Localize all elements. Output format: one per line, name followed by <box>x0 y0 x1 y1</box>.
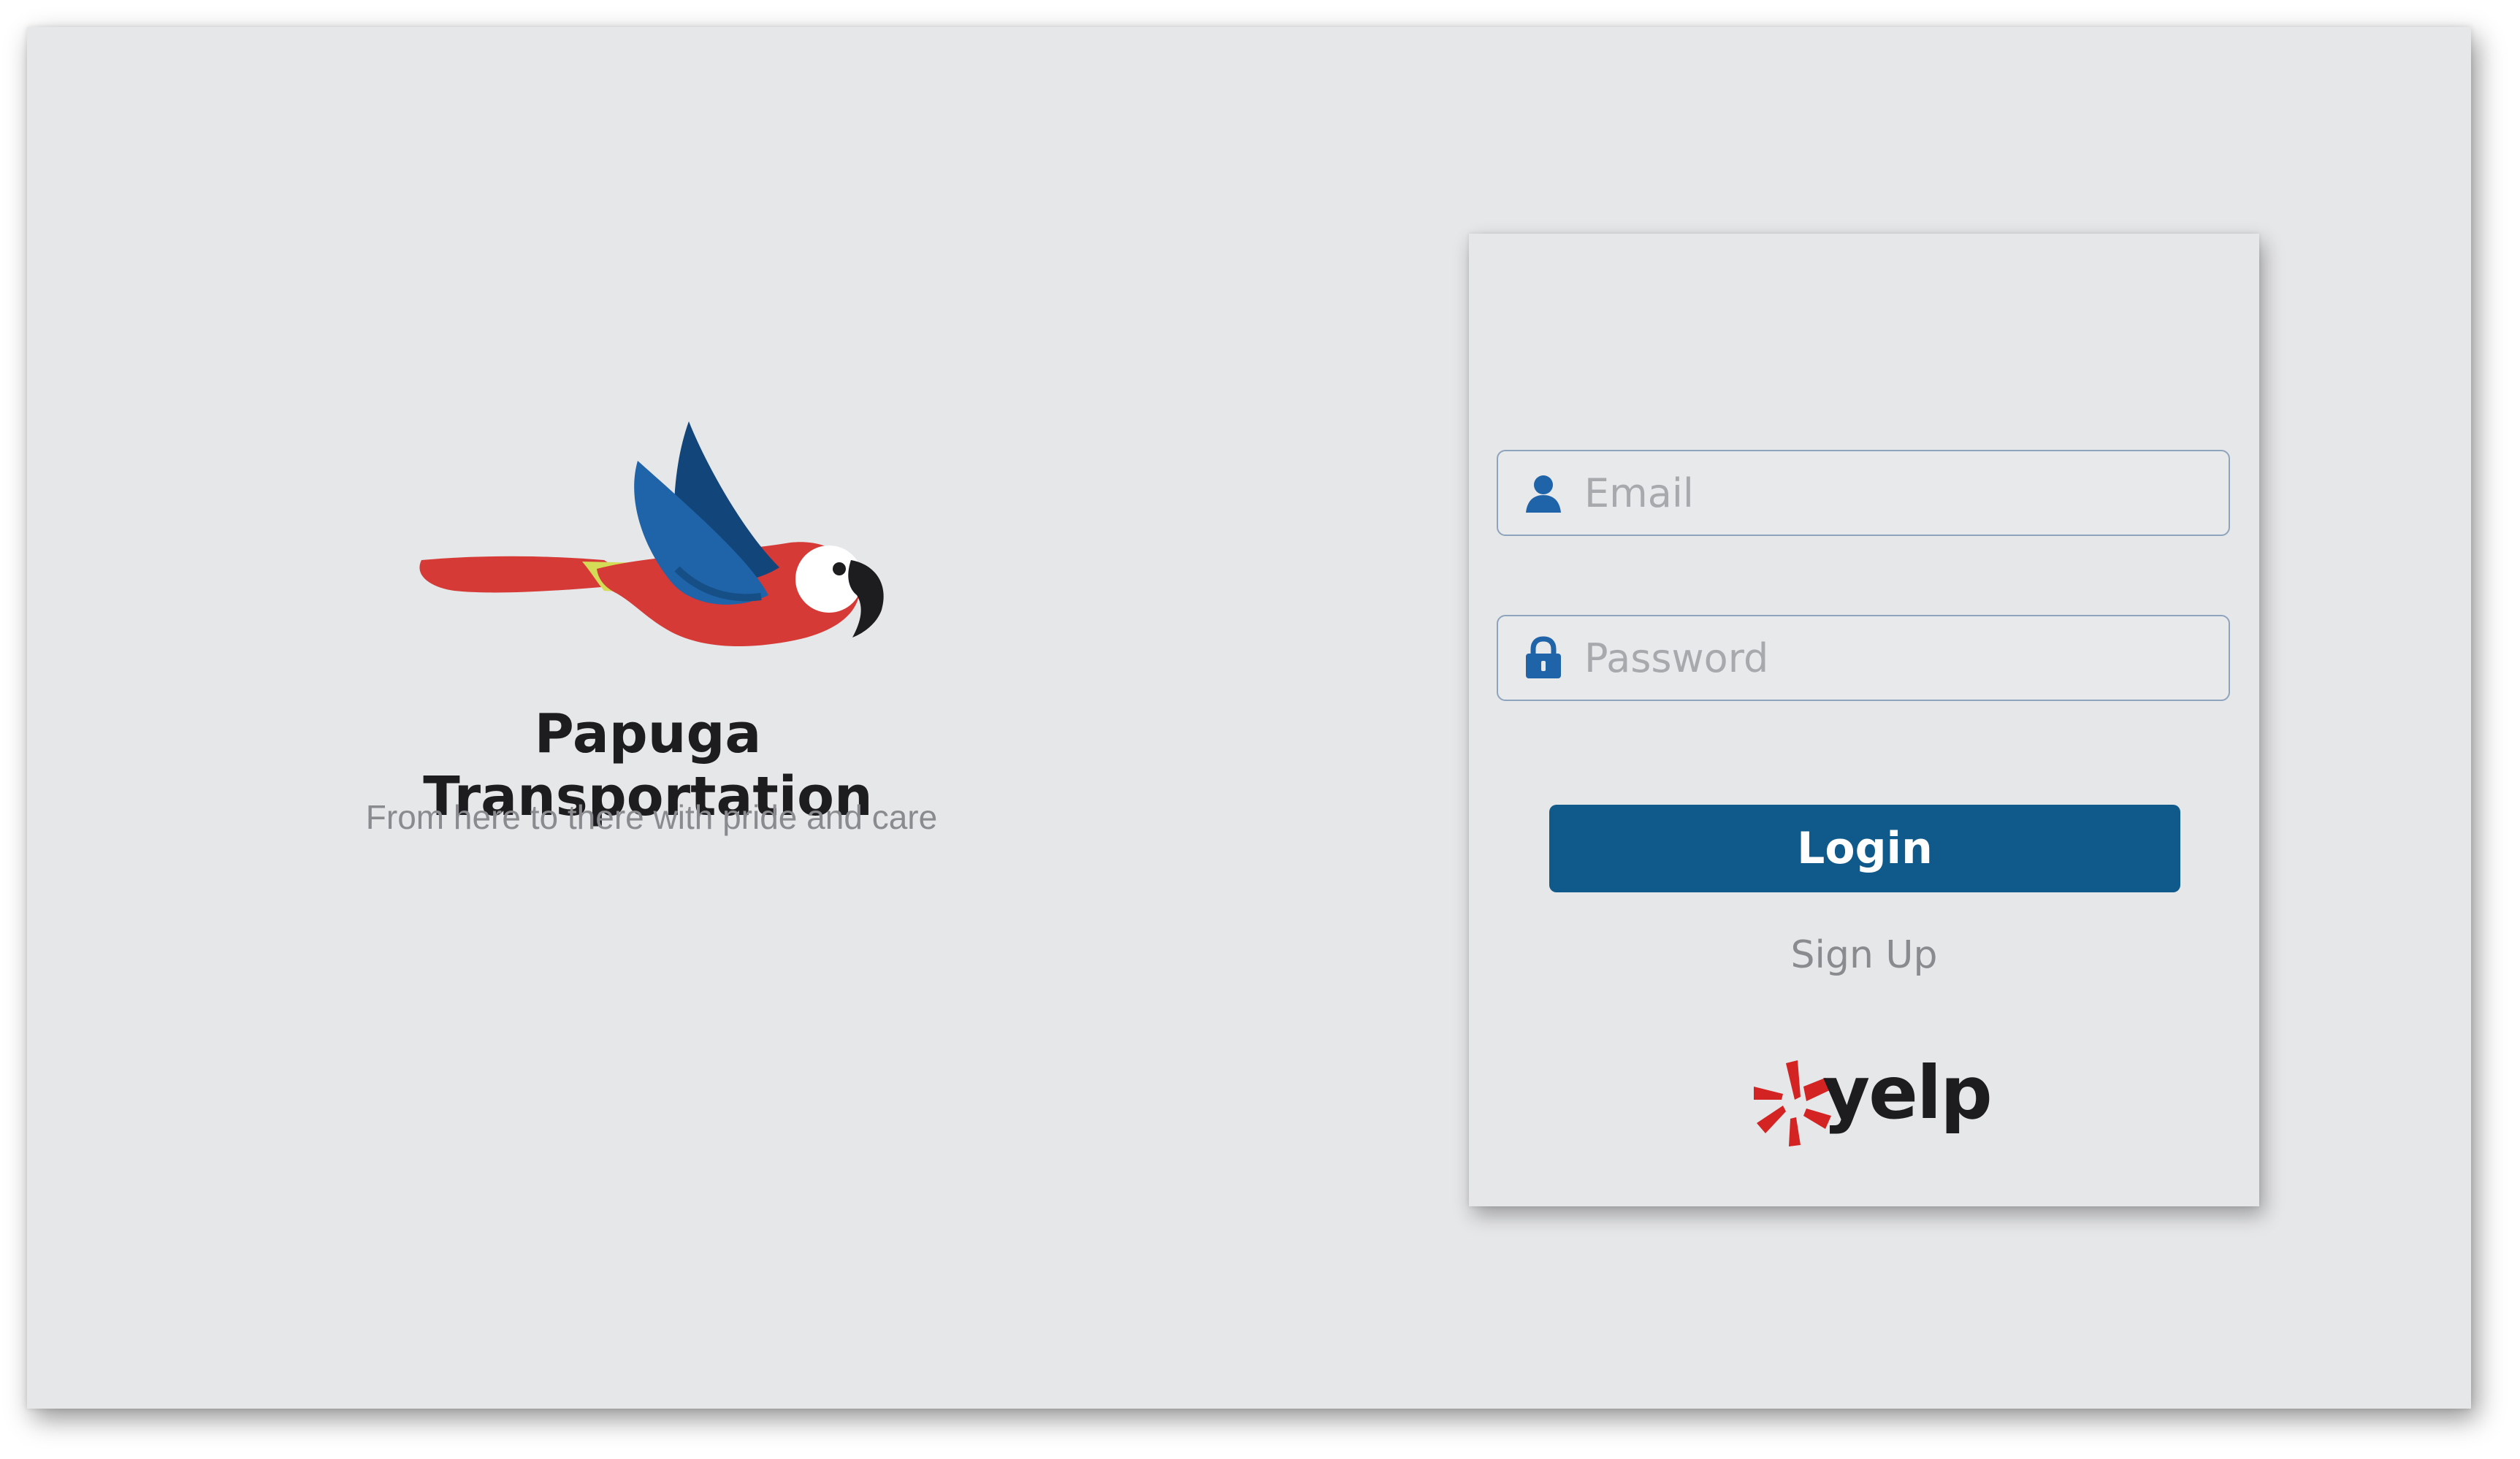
login-button[interactable]: Login <box>1549 805 2180 892</box>
user-icon <box>1526 475 1561 513</box>
lock-icon <box>1526 636 1561 678</box>
email-input[interactable] <box>1584 457 2212 529</box>
brand-tagline: From here to there with pride and care <box>365 798 938 836</box>
yelp-logo: yelp <box>1749 1050 1993 1157</box>
yelp-wordmark: yelp <box>1822 1050 1993 1136</box>
password-input[interactable] <box>1584 622 2212 694</box>
brand-panel: Papuga Transportation From here to there… <box>319 378 977 889</box>
email-field[interactable] <box>1497 450 2230 536</box>
login-card: Login Sign Up yelp <box>1469 234 2259 1206</box>
sign-up-link[interactable]: Sign Up <box>1469 933 2259 977</box>
app-window: Papuga Transportation From here to there… <box>27 27 2471 1409</box>
password-field[interactable] <box>1497 615 2230 701</box>
parrot-icon <box>419 421 884 647</box>
